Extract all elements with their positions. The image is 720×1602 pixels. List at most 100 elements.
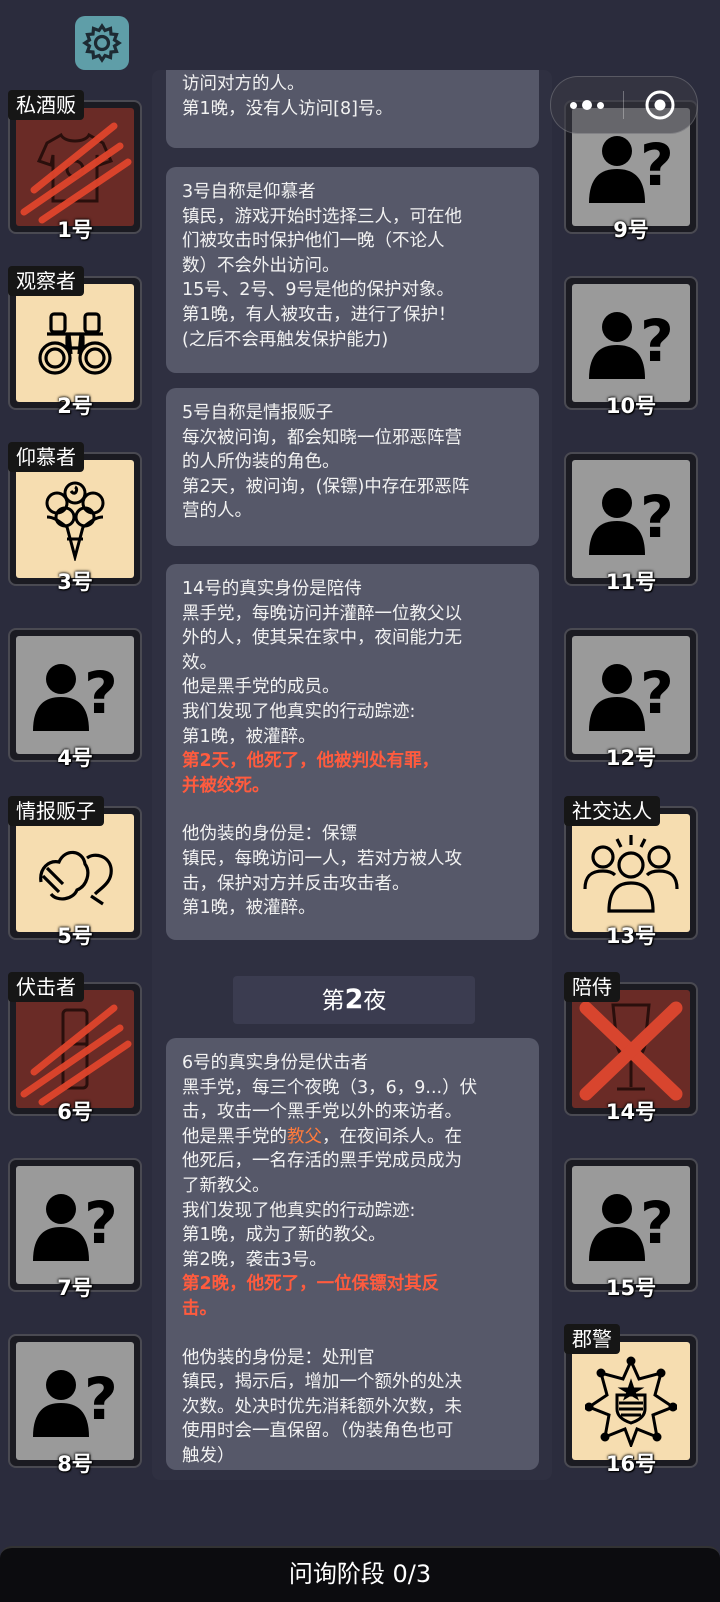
unknown-person-icon: ? [27,1361,123,1441]
log-line: 第2天，被问询，(保镖)中存在邪恶阵 [182,476,470,497]
player-seat[interactable]: ? 8号 [8,1334,142,1476]
log-card: 3号自称是仰慕者 镇民，游戏开始时选择三人，可在他 们被攻击时保护他们一晚（不论… [166,167,539,373]
role-tag: 陪侍 [564,972,620,1002]
player-seat[interactable]: 仰慕者 3号 [8,442,142,594]
svg-text:?: ? [84,1365,118,1433]
player-portrait: ? [16,1166,134,1284]
player-seat[interactable]: 陪侍 14号 [564,972,698,1124]
log-line: 6号的真实身份是伏击者 [182,1053,369,1073]
role-tag: 观察者 [8,266,84,296]
log-line: 他死后，一名存活的黑手党成员成为 [182,1151,462,1172]
player-seat[interactable]: ? 4号 [8,628,142,770]
player-number: 11号 [605,570,657,594]
player-portrait [572,1342,690,1460]
settings-button[interactable] [75,16,129,70]
phase-prefix: 第 [321,988,345,1014]
player-number: 6号 [57,1100,93,1124]
player-number: 15号 [605,1276,657,1300]
log-text: ，在夜间杀人。在 [322,1126,462,1147]
player-number: 9号 [613,218,649,242]
log-line: 镇民，每晚访问一人，若对方被人攻 [182,848,462,869]
player-number: 12号 [605,746,657,770]
unknown-person-icon: ? [583,303,679,383]
player-seat[interactable]: 社交达人 13号 [564,796,698,948]
player-portrait [16,284,134,402]
player-number: 3号 [57,570,93,594]
player-seat[interactable]: 观察者 2号 [8,266,142,418]
log-line: 我们发现了他真实的行动踪迹: [182,1200,416,1221]
crowd-icon [581,831,681,915]
binoculars-icon [33,308,117,378]
player-number: 7号 [57,1276,93,1300]
log-line: 3号自称是仰慕者 [182,182,316,202]
claw-slash-icon [20,1004,132,1106]
log-line: 的人所伪装的角色。 [182,452,340,473]
log-line: 他是黑手党的教父，在夜间杀人。在 [182,1125,525,1150]
log-line: 他伪装的身份是：保镖 [182,824,357,845]
log-line: (之后不会再触发保护能力) [182,329,389,350]
svg-text:?: ? [84,659,118,727]
log-line: 5号自称是情报贩子 [182,403,334,423]
log-line: 他是黑手党的成员。 [182,677,340,698]
claw-slash-icon [20,122,132,224]
svg-text:?: ? [640,1189,674,1257]
x-mark-icon [579,1001,683,1101]
role-tag: 情报贩子 [8,796,104,826]
log-text: 他是黑手党的 [182,1126,287,1147]
player-seat[interactable]: ? 10号 [564,276,698,418]
player-seat[interactable]: ? 7号 [8,1158,142,1300]
player-seat[interactable]: ? 11号 [564,452,698,594]
player-number: 13号 [605,924,657,948]
role-tag: 社交达人 [564,796,660,826]
log-line: 击，保护对方并反击攻击者。 [182,873,410,894]
player-number: 8号 [57,1452,93,1476]
death-notice: 击。 [182,1298,217,1319]
player-seat[interactable]: 伏击者 6号 [8,972,142,1124]
event-log[interactable]: 访问对方的人。 第1晚，没有人访问[8]号。 3号自称是仰慕者 镇民，游戏开始时… [152,70,552,1480]
mini-program-capsule [550,76,698,134]
log-line: 第1晚，被灌醉。 [182,898,316,919]
player-seat[interactable]: ? 12号 [564,628,698,770]
svg-text:?: ? [640,659,674,727]
player-portrait: ? [16,636,134,754]
unknown-person-icon: ? [27,655,123,735]
log-line: 击，攻击一个黑手党以外的来访者。 [182,1102,462,1123]
phase-status-bar: 问询阶段 0/3 [0,1546,720,1602]
player-number: 1号 [57,218,93,242]
log-line: 第1晚，没有人访问[8]号。 [182,98,393,119]
player-number: 4号 [57,746,93,770]
player-portrait [16,108,134,226]
player-seat[interactable]: 郡警 16号 [564,1324,698,1476]
log-card: 5号自称是情报贩子 每次被问询，都会知晓一位邪恶阵营 的人所伪装的角色。 第2天… [166,388,539,546]
unknown-person-icon: ? [583,655,679,735]
sheriff-badge-icon [585,1355,677,1447]
log-line: 营的人。 [182,501,252,522]
log-line: 效。 [182,652,217,673]
player-portrait: ? [572,460,690,578]
svg-text:?: ? [640,483,674,551]
role-tag: 私酒贩 [8,90,84,120]
player-seat[interactable]: 情报贩子 5号 [8,796,142,948]
log-line: 们被攻击时保护他们一晚（不论人 [182,231,445,252]
log-line: 黑手党，每三个夜晚（3，6，9...）伏 [182,1077,478,1098]
player-portrait [572,990,690,1108]
player-seat[interactable]: 私酒贩 1号 [8,90,142,242]
player-portrait [572,814,690,932]
svg-text:?: ? [84,1189,118,1257]
player-portrait: ? [572,1166,690,1284]
log-line: 访问对方的人。 [182,74,305,94]
godfather-highlight: 教父 [287,1126,322,1147]
log-line: 数）不会外出访问。 [182,255,340,276]
unknown-person-icon: ? [27,1185,123,1265]
more-menu-button[interactable] [551,100,623,110]
log-line: 第2晚，袭击3号。 [182,1249,327,1270]
death-notice: 第2天，他死了，他被判处有罪， [182,751,440,772]
player-portrait [16,990,134,1108]
player-seat[interactable]: ? 15号 [564,1158,698,1300]
svg-text:?: ? [640,131,674,199]
role-tag: 郡警 [564,1324,620,1354]
close-program-button[interactable] [624,89,696,121]
phase-number: 2 [344,984,364,1015]
log-line: 15号、2号、9号是他的保护对象。 [182,280,455,301]
log-card: 6号的真实身份是伏击者 黑手党，每三个夜晚（3，6，9...）伏 击，攻击一个黑… [166,1038,539,1470]
